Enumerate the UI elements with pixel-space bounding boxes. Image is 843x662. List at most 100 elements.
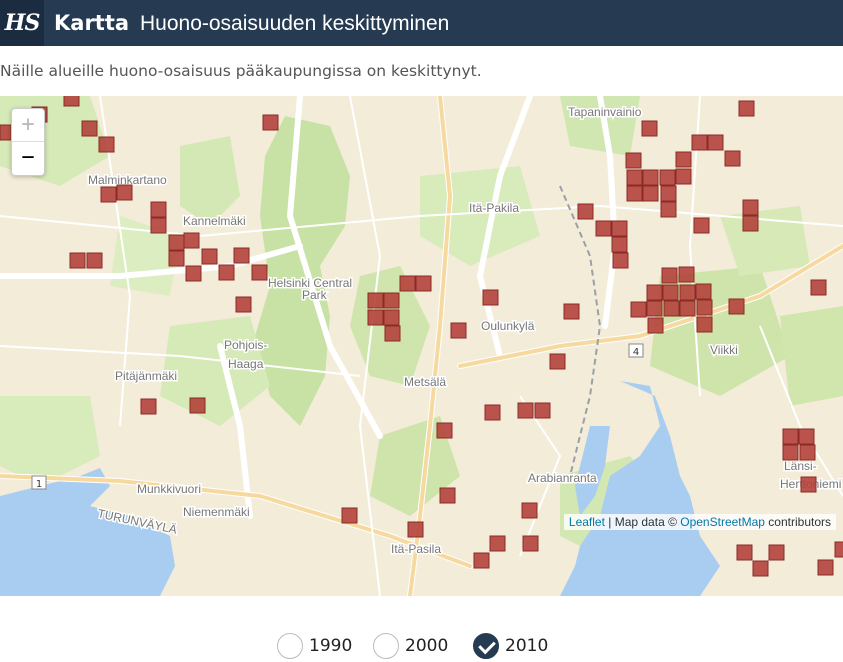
concentration-area[interactable] [696,299,713,316]
concentration-area[interactable] [383,292,400,309]
concentration-area[interactable] [647,317,664,334]
concentration-area[interactable] [695,283,712,300]
zoom-in-button[interactable]: + [12,109,44,142]
concentration-area[interactable] [675,151,692,168]
osm-link[interactable]: OpenStreetMap [680,515,765,529]
concentration-area[interactable] [201,248,218,265]
concentration-area[interactable] [534,402,551,419]
concentration-area[interactable] [646,284,663,301]
concentration-area[interactable] [150,217,167,234]
concentration-area[interactable] [834,541,843,558]
concentration-area[interactable] [81,120,98,137]
concentration-area[interactable] [577,203,594,220]
concentration-area[interactable] [168,250,185,267]
concentration-area[interactable] [646,300,663,317]
concentration-area[interactable] [611,220,628,237]
concentration-area[interactable] [661,267,678,284]
concentration-area[interactable] [517,402,534,419]
concentration-area[interactable] [522,535,539,552]
hs-logo[interactable]: HS [0,0,44,46]
concentration-area[interactable] [489,535,506,552]
concentration-area[interactable] [659,169,676,186]
concentration-area[interactable] [611,236,628,253]
concentration-area[interactable] [798,428,815,445]
concentration-area[interactable] [707,134,724,151]
concentration-area[interactable] [768,544,785,561]
map-view[interactable]: Tapaninvainio Malminkartano Kannelmäki I… [0,96,843,596]
concentration-area[interactable] [482,289,499,306]
year-option-2000[interactable]: 2000 [373,632,453,662]
radio-2000[interactable] [373,633,399,659]
concentration-area[interactable] [738,100,755,117]
radio-1990[interactable] [277,633,303,659]
concentration-area[interactable] [367,292,384,309]
concentration-area[interactable] [663,300,680,317]
concentration-area[interactable] [218,264,235,281]
concentration-area[interactable] [0,124,12,141]
concentration-area[interactable] [450,322,467,339]
concentration-area[interactable] [800,476,817,493]
concentration-area[interactable] [233,247,250,264]
concentration-area[interactable] [660,201,677,218]
concentration-area[interactable] [752,560,769,577]
concentration-area[interactable] [736,544,753,561]
concentration-area[interactable] [782,428,799,445]
concentration-area[interactable] [799,444,816,461]
concentration-area[interactable] [563,303,580,320]
concentration-area[interactable] [168,234,185,251]
concentration-area[interactable] [100,186,117,203]
concentration-area[interactable] [521,502,538,519]
concentration-area[interactable] [140,398,157,415]
concentration-area[interactable] [367,309,384,326]
concentration-area[interactable] [782,444,799,461]
concentration-area[interactable] [641,120,658,137]
concentration-area[interactable] [724,150,741,167]
concentration-area[interactable] [595,220,612,237]
concentration-area[interactable] [675,168,692,185]
concentration-area[interactable] [691,134,708,151]
concentration-area[interactable] [189,397,206,414]
concentration-area[interactable] [116,184,133,201]
concentration-area[interactable] [626,169,643,186]
concentration-area[interactable] [86,252,103,269]
concentration-area[interactable] [436,422,453,439]
concentration-area[interactable] [407,521,424,538]
zoom-out-button[interactable]: − [12,142,44,174]
concentration-area[interactable] [625,152,642,169]
concentration-area[interactable] [98,136,115,153]
concentration-area[interactable] [742,199,759,216]
radio-2010-checked[interactable] [473,633,499,659]
concentration-area[interactable] [63,96,80,107]
concentration-area[interactable] [185,265,202,282]
concentration-area[interactable] [183,232,200,249]
year-option-2010[interactable]: 2010 [473,632,553,662]
year-option-1990[interactable]: 1990 [277,632,357,662]
leaflet-link[interactable]: Leaflet [569,515,605,529]
concentration-area[interactable] [630,301,647,318]
concentration-area[interactable] [693,217,710,234]
concentration-area[interactable] [662,284,679,301]
concentration-area[interactable] [150,201,167,218]
concentration-area[interactable] [399,275,416,292]
concentration-area[interactable] [660,185,677,202]
concentration-area[interactable] [696,316,713,333]
concentration-area[interactable] [612,252,629,269]
concentration-area[interactable] [69,252,86,269]
concentration-area[interactable] [626,185,643,202]
concentration-area[interactable] [341,507,358,524]
concentration-area[interactable] [817,559,834,576]
concentration-area[interactable] [484,404,501,421]
concentration-area[interactable] [384,325,401,342]
concentration-area[interactable] [742,215,759,232]
concentration-area[interactable] [415,275,432,292]
concentration-area[interactable] [549,353,566,370]
concentration-area[interactable] [810,279,827,296]
concentration-area[interactable] [251,264,268,281]
concentration-area[interactable] [642,185,659,202]
concentration-area[interactable] [679,284,696,301]
concentration-area[interactable] [679,300,696,317]
concentration-area[interactable] [439,487,456,504]
concentration-area[interactable] [642,169,659,186]
concentration-area[interactable] [678,266,695,283]
concentration-area[interactable] [473,552,490,569]
